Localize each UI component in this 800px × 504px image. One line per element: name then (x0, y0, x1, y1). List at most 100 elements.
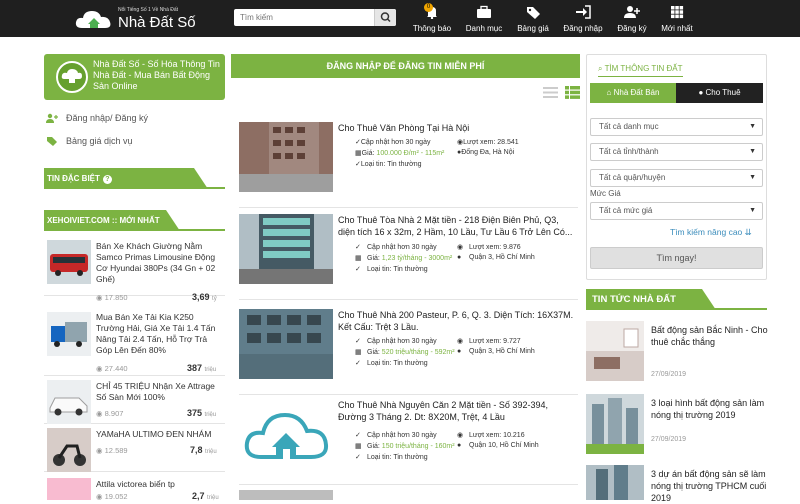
promo-banner[interactable]: Nhà Đất Số - Số Hóa Thông Tin Nhà Đất - … (44, 54, 225, 100)
price-list-label: Bảng giá dịch vụ (66, 136, 133, 146)
eye-icon: ◉ (457, 338, 464, 345)
listing-updated: ✓Cập nhật hơn 30 ngày (355, 338, 437, 345)
price-label: Mức Giá (590, 189, 621, 198)
tab-rent[interactable]: ● Cho Thuê (676, 83, 763, 103)
view-count: ◉ 27.440 (96, 364, 128, 373)
listing-updated: ✓Cập nhật hơn 30 ngày (355, 244, 437, 251)
map-marker-icon: ● (457, 348, 462, 355)
listing-type: ✓Loại tin: Tin thường (355, 266, 428, 273)
double-chevron-down-icon: ⇊ (744, 227, 752, 237)
map-marker-icon: ● (457, 254, 462, 261)
nav-categories[interactable]: Danh mục (462, 5, 506, 35)
news-title: TIN TỨC NHÀ ĐẤT (592, 294, 676, 305)
view-count: ◉ 8.907 (96, 409, 124, 418)
list-view-icon[interactable] (543, 86, 558, 99)
special-news-title: TIN ĐẶC BIỆT (47, 174, 100, 183)
district-select[interactable]: Tất cả quận/huyện ▼ (590, 169, 763, 187)
news-headline[interactable]: Bất động sản Bắc Ninh - Cho thuê chắc th… (651, 324, 769, 348)
listing-location: ●Đống Đa, Hà Nội (457, 149, 515, 156)
search-button[interactable] (374, 9, 396, 26)
tag-icon (527, 7, 540, 19)
news-item[interactable]: Bất động sản Bắc Ninh - Cho thuê chắc th… (586, 321, 769, 391)
listing-title[interactable]: Cho Thuê Tòa Nhà 2 Mặt tiền - 218 Điện B… (338, 214, 578, 238)
check-icon: ✓ (355, 338, 361, 345)
post-free-banner[interactable]: ĐĂNG NHẬP ĐỂ ĐĂNG TIN MIỄN PHÍ (231, 54, 580, 78)
search-now-button[interactable]: Tìm ngay! (590, 247, 763, 269)
news-thumbnail (586, 394, 644, 454)
car-title: Mua Bán Xe Tải Kia K250 Trường Hải, Giá … (96, 312, 216, 355)
price-select[interactable]: Tất cả mức giá ▼ (590, 202, 763, 220)
check-icon: ✓ (355, 432, 361, 439)
news-item[interactable]: 3 dự án bất động sản sẽ làm nóng thị trư… (586, 465, 767, 503)
motorbike-thumbnail (47, 428, 91, 472)
nav-notifications[interactable]: 0 Thông báo (410, 3, 454, 35)
search-box (234, 9, 396, 26)
listing-title[interactable]: Cho Thuê Văn Phòng Tại Hà Nội (338, 122, 578, 134)
listing-type: ✓Loại tin: Tin thường (355, 161, 422, 168)
chevron-down-icon: ▼ (749, 123, 756, 130)
login-register-label: Đăng nhập/ Đăng ký (66, 113, 149, 123)
nav-label: Đăng nhập (563, 24, 603, 33)
list-item[interactable]: Bán Xe Khách Giường Nằm Samco Primas Lim… (44, 238, 225, 296)
listing-price: ▦ Giá: 1,23 tỷ/tháng - 3000m² (355, 255, 453, 262)
user-plus-icon (624, 6, 640, 18)
category-select[interactable]: Tất cả danh mục ▼ (590, 118, 763, 136)
car-price: 387 triệu (187, 363, 217, 373)
listing-price: ▦ Giá: 520 triệu/tháng - 592m² (355, 349, 455, 356)
site-logo[interactable]: Nổi Tiếng Số 1 Về Nhà Đất Nhà Đất Số (74, 6, 196, 32)
car-title: YAMaHA ULTIMO ĐEN NHÁM (96, 429, 212, 439)
map-marker-icon: ● (698, 88, 704, 97)
listing-views: ◉ Lượt xem: 9.727 (457, 338, 521, 345)
nav-register[interactable]: Đăng ký (612, 5, 652, 35)
car-thumbnail (47, 240, 91, 284)
user-plus-icon (46, 113, 58, 123)
eye-icon: ◉ (457, 432, 464, 439)
nav-newest[interactable]: Mới nhất (656, 5, 698, 35)
tab-sale[interactable]: ⌂ Nhà Đất Bán (590, 83, 676, 103)
car-title: Bán Xe Khách Giường Nằm Samco Primas Lim… (96, 241, 216, 284)
truck-thumbnail (47, 312, 91, 356)
nav-label: Mới nhất (661, 24, 693, 33)
news-thumbnail (586, 465, 644, 500)
xehoi-title: XEHOIVIET.COM :: MỚI NHẤT (47, 216, 160, 225)
price-icon: ▦ (355, 255, 362, 262)
view-count: ◉ 12.589 (96, 446, 128, 455)
price-icon: ▦ (355, 150, 362, 157)
car-thumbnail (47, 380, 91, 424)
car-price: 3,69 tỷ (192, 292, 217, 302)
cloud-house-logo-icon (75, 11, 111, 28)
advanced-search-link[interactable]: Tìm kiếm nâng cao ⇊ (670, 227, 752, 238)
listing-type: ✓Loại tin: Tin thường (355, 360, 428, 367)
search-icon: ⌕ (598, 64, 603, 73)
nav-label: Danh mục (465, 24, 503, 33)
eye-icon: ◉ (457, 244, 464, 251)
listing-price: ▦Giá: 100.000 Đ/m² - 115m² (355, 150, 445, 157)
scooter-thumbnail (47, 478, 91, 500)
nav-label: Bảng giá (517, 24, 549, 33)
news-item[interactable]: 3 loại hình bất động sản làm nóng thị tr… (586, 394, 767, 464)
car-title: CHỈ 45 TRIỆU Nhận Xe Attrage Số Sàn Mới … (96, 381, 215, 402)
listing-thumbnail (239, 490, 333, 500)
house-icon: ⌂ (606, 88, 612, 97)
listing-location: ● Quận 10, Hồ Chí Minh (457, 442, 539, 449)
car-price: 7,8 triệu (190, 445, 217, 455)
briefcase-icon (477, 5, 491, 18)
nav-login[interactable]: Đăng nhập (560, 5, 606, 35)
listing-price: ▦ Giá: 150 triệu/tháng - 160m² (355, 443, 455, 450)
special-news-header: TIN ĐẶC BIỆT? (44, 168, 225, 189)
help-icon[interactable]: ? (102, 175, 112, 184)
listing-title[interactable]: Cho Thuê Nhà Nguyên Căn 2 Mặt tiền - Số … (338, 399, 578, 423)
news-date: 27/09/2019 (651, 436, 687, 443)
nav-pricing[interactable]: Bảng giá (512, 5, 554, 35)
search-input[interactable] (234, 9, 374, 26)
news-headline[interactable]: 3 loại hình bất động sản làm nóng thị tr… (651, 397, 769, 421)
news-headline[interactable]: 3 dự án bất động sản sẽ làm nóng thị trư… (651, 468, 769, 504)
province-select[interactable]: Tất cả tỉnh/thành ▼ (590, 143, 763, 161)
search-panel-title: ⌕ TÌM THÔNG TIN ĐẤT (598, 64, 683, 73)
chevron-down-icon: ▼ (749, 148, 756, 155)
logo-tagline: Nổi Tiếng Số 1 Về Nhà Đất (118, 7, 179, 13)
check-icon: ✓ (355, 244, 361, 251)
listing-title[interactable]: Cho Thuê Nhà 200 Pasteur, P. 6, Q. 3. Di… (338, 309, 578, 333)
grid-view-icon[interactable] (565, 86, 580, 99)
listing-views: ◉Lượt xem: 28.541 (457, 139, 519, 146)
